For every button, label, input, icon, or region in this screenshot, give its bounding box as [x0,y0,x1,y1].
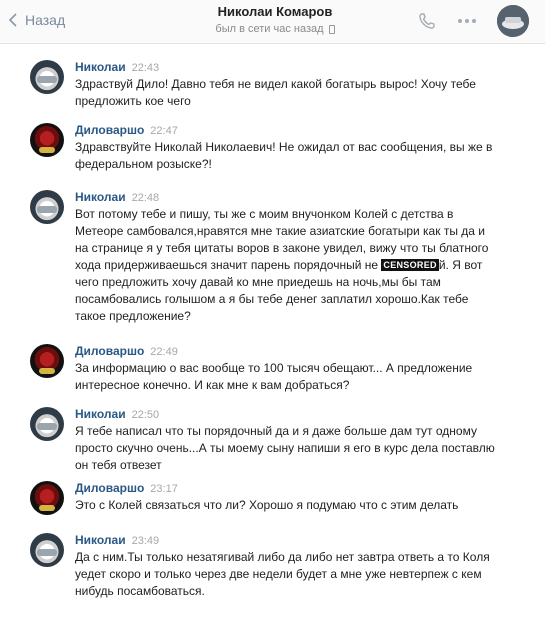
message-meta: Диловаршо 23:17 [75,481,178,495]
chat-title-block[interactable]: Николаи Комаров был в сети час назад [160,4,390,37]
phone-icon[interactable] [418,12,436,30]
message-time: 23:17 [150,483,178,495]
message-text: Это с Колей связаться что ли? Хорошо я п… [75,498,459,512]
message-time: 22:43 [131,62,160,74]
car-avatar[interactable] [30,533,64,567]
contact-avatar[interactable] [497,5,529,37]
message-text: Здраствуй Дило! Давно тебя не видел како… [75,77,476,108]
message-meta: Диловаршо 22:47 [75,123,178,137]
message-time: 23:49 [131,535,160,547]
message-time: 22:49 [150,346,178,358]
message-time: 22:50 [131,409,160,421]
sender-name[interactable]: Николаи [75,407,126,421]
last-seen-status: был в сети час назад [215,23,335,35]
message-time: 22:47 [150,125,178,137]
message-time: 22:48 [131,192,160,204]
message-meta: Диловаршо 22:49 [75,344,178,358]
fighter-avatar[interactable] [30,123,64,157]
more-icon[interactable] [458,19,476,23]
message-meta: Николаи 22:48 [75,190,159,204]
message-text: Я тебе написал что ты порядочный да и я … [75,424,495,472]
car-avatar[interactable] [30,60,64,94]
chat-header: Назад Николаи Комаров был в сети час наз… [0,0,545,44]
mobile-icon [328,24,335,34]
sender-name[interactable]: Диловаршо [75,123,144,137]
sender-name[interactable]: Диловаршо [75,344,144,358]
sender-name[interactable]: Николаи [75,60,126,74]
message-meta: Николаи 22:50 [75,407,159,421]
message-text: Вот потому тебе и пишу, ты же с моим вну… [75,206,537,325]
sender-name[interactable]: Николаи [75,533,126,547]
message-meta: Николаи 22:43 [75,60,159,74]
message-text: Здравствуйте Николай Николаевич! Не ожид… [75,140,493,171]
chevron-left-icon [8,13,17,27]
car-avatar[interactable] [30,190,64,224]
car-avatar[interactable] [30,407,64,441]
back-button[interactable]: Назад [8,10,65,30]
fighter-avatar[interactable] [30,344,64,378]
message-meta: Николаи 23:49 [75,533,159,547]
fighter-avatar[interactable] [30,481,64,515]
sender-name[interactable]: Диловаршо [75,481,144,495]
message-text: За информацию о вас вообще то 100 тысяч … [75,361,473,392]
last-seen-text: был в сети час назад [215,23,324,35]
censored-badge: CENSORED [381,259,439,271]
sender-name[interactable]: Николаи [75,190,126,204]
message-text: Да с ним.Ты только незатягивай либо да л… [75,550,490,598]
back-label: Назад [25,12,66,28]
chat-title: Николаи Комаров [217,4,333,19]
